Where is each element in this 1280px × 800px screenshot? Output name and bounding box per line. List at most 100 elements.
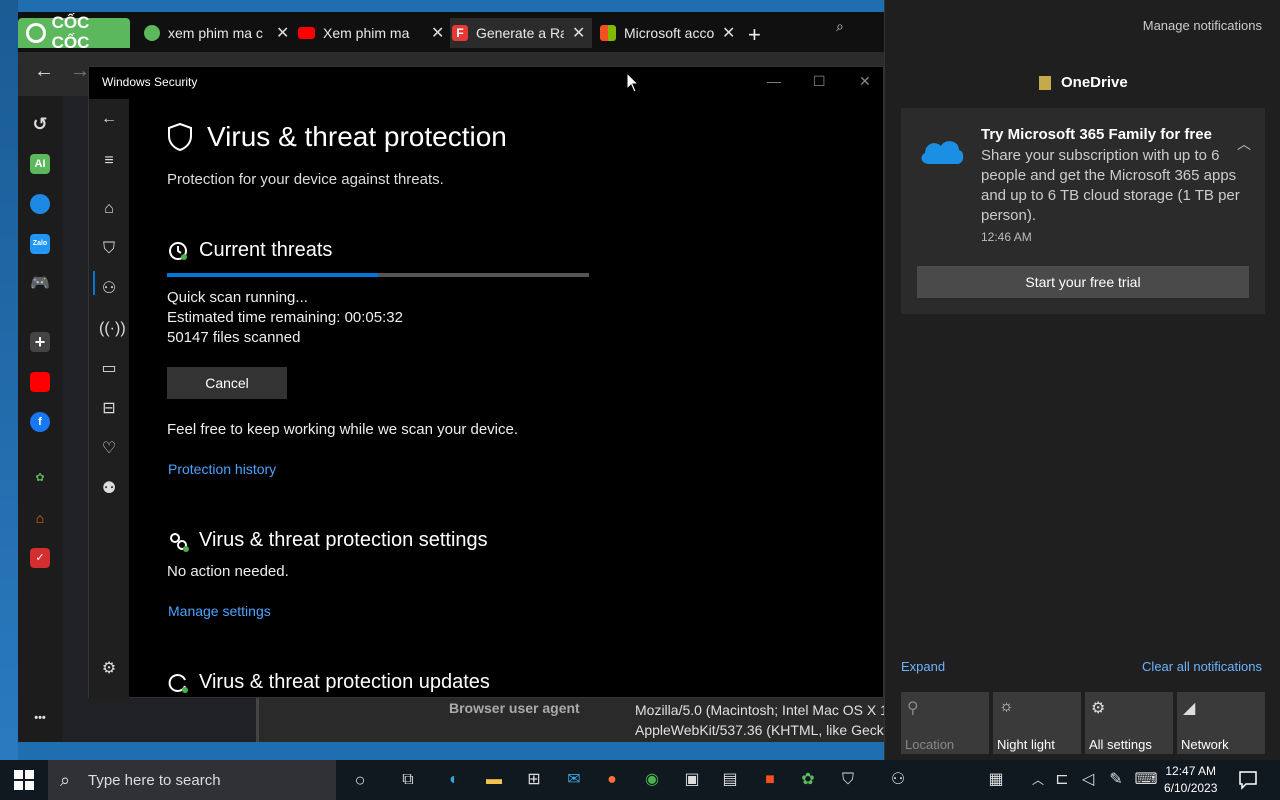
onedrive-cloud-icon xyxy=(921,141,964,164)
protection-history-link[interactable]: Protection history xyxy=(168,461,276,477)
f-logo-icon: F xyxy=(452,25,468,41)
firefox-icon[interactable]: ● xyxy=(600,768,624,792)
settings-gear-icon[interactable]: ⚙ xyxy=(99,659,119,679)
start-free-trial-button[interactable]: Start your free trial xyxy=(917,266,1249,298)
taskbar-search-box[interactable]: ⌕ Type here to search xyxy=(48,760,336,800)
page-content: Browser user agent Mozilla/5.0 (Macintos… xyxy=(256,698,885,742)
maximize-icon[interactable]: ☐ xyxy=(813,73,826,90)
back-arrow-icon[interactable]: ← xyxy=(99,109,119,129)
quick-action-location[interactable]: ⚲ Location xyxy=(901,692,989,754)
gears-icon xyxy=(170,532,189,552)
windows-start-icon[interactable] xyxy=(14,770,34,790)
store-icon[interactable]: ⊞ xyxy=(522,768,546,792)
updates-heading: Virus & threat protection updates xyxy=(167,671,490,694)
quick-action-network[interactable]: ◢ Network xyxy=(1177,692,1265,754)
device-health-heart-icon[interactable]: ♡ xyxy=(99,439,119,459)
keyboard-icon[interactable]: ⌨ xyxy=(1134,768,1158,792)
hamburger-menu-icon[interactable]: ≡ xyxy=(99,151,119,171)
tab-3-active[interactable]: F Generate a Ran ✕ xyxy=(450,18,592,48)
cancel-button[interactable]: Cancel xyxy=(167,367,287,399)
shield-icon xyxy=(168,122,192,152)
windows-security-taskbar-icon[interactable]: ⛉ xyxy=(836,768,860,792)
more-icon[interactable]: ••• xyxy=(30,708,50,728)
clear-all-notifications-link[interactable]: Clear all notifications xyxy=(1142,659,1262,674)
coccoc-leaf-icon[interactable]: ✿ xyxy=(30,468,50,488)
account-person-icon[interactable]: ⚇ xyxy=(99,279,119,299)
action-center: Manage notifications OneDrive Try Micros… xyxy=(884,0,1280,760)
notification-title: Try Microsoft 365 Family for free xyxy=(981,126,1212,143)
manage-settings-link[interactable]: Manage settings xyxy=(168,603,271,619)
close-icon[interactable]: ✕ xyxy=(572,23,585,43)
desktop-background xyxy=(0,0,18,760)
mouse-cursor-icon xyxy=(626,72,640,93)
page-title: Virus & threat protection xyxy=(167,121,507,153)
chevron-up-icon[interactable]: ︿ xyxy=(1026,768,1050,792)
taskbar-clock[interactable]: 12:47 AM 6/10/2023 xyxy=(1164,763,1217,797)
zalo-icon[interactable]: Zalo xyxy=(30,234,50,254)
network-tray-icon[interactable]: ⊏ xyxy=(1050,768,1074,792)
app-browser-control-icon[interactable]: ▭ xyxy=(99,359,119,379)
close-icon[interactable]: ✕ xyxy=(431,23,444,43)
mail-icon[interactable]: ✉ xyxy=(562,768,586,792)
close-icon[interactable]: ✕ xyxy=(859,73,871,90)
chrome-icon[interactable]: ◉ xyxy=(640,768,664,792)
title-bar[interactable]: Windows Security — ☐ ✕ xyxy=(89,67,883,99)
close-icon[interactable]: ✕ xyxy=(722,23,735,43)
coccoc-logo-icon xyxy=(26,23,46,43)
people-icon[interactable]: ⚇ xyxy=(886,768,910,792)
youtube-icon[interactable] xyxy=(30,372,50,392)
tab-1[interactable]: xem phim ma c ✕ xyxy=(144,18,289,48)
game-controller-icon[interactable]: 🎮 xyxy=(30,274,50,294)
notification-center-icon[interactable] xyxy=(1238,770,1258,790)
gear-icon: ⚙ xyxy=(1091,700,1106,717)
expand-link[interactable]: Expand xyxy=(901,659,945,674)
messenger-icon[interactable] xyxy=(30,194,50,214)
home-icon[interactable]: ⌂ xyxy=(99,199,119,219)
cortana-icon[interactable]: ○ xyxy=(348,768,372,792)
new-tab-button[interactable]: + xyxy=(748,22,761,48)
tab-search-icon[interactable]: ⌕ xyxy=(836,18,844,35)
coccoc-brand-button[interactable]: CỐC CỐC xyxy=(18,13,130,52)
back-arrow-icon[interactable]: ← xyxy=(34,60,54,83)
notification-card[interactable]: Try Microsoft 365 Family for free Share … xyxy=(901,108,1265,314)
file-explorer-icon[interactable]: ▬ xyxy=(482,768,506,792)
forward-arrow-icon[interactable]: → xyxy=(70,60,90,83)
volume-muted-icon[interactable]: ◁ xyxy=(1076,768,1100,792)
history-icon[interactable]: ↺ xyxy=(30,114,50,134)
todo-check-icon[interactable]: ✓ xyxy=(30,548,50,568)
quick-action-all-settings[interactable]: ⚙ All settings xyxy=(1085,692,1173,754)
coccoc-taskbar-icon[interactable]: ✿ xyxy=(796,768,820,792)
minimize-icon[interactable]: — xyxy=(767,73,781,89)
user-agent-value: Mozilla/5.0 (Macintosh; Intel Mac OS X 1… xyxy=(635,702,885,738)
office-icon[interactable]: ■ xyxy=(758,768,782,792)
news-icon[interactable]: ▦ xyxy=(984,768,1008,792)
family-options-icon[interactable]: ⚉ xyxy=(99,479,119,499)
tab-2[interactable]: Xem phim ma ✕ xyxy=(298,18,444,48)
scan-history-icon xyxy=(169,241,187,260)
quick-action-night-light[interactable]: ☼ Night light xyxy=(993,692,1081,754)
page-subtitle: Protection for your device against threa… xyxy=(167,171,444,188)
microsoft-icon xyxy=(600,25,616,41)
edge-browser-icon[interactable]: ◐ xyxy=(442,768,466,792)
device-security-icon[interactable]: ⊟ xyxy=(99,399,119,419)
task-view-icon[interactable]: ⧉ xyxy=(396,768,420,792)
shopping-icon[interactable]: ⌂ xyxy=(30,508,50,528)
chevron-up-icon[interactable]: ︿ xyxy=(1237,134,1251,154)
tab-4[interactable]: Microsoft acco ✕ xyxy=(600,18,735,48)
tab-bar: CỐC CỐC xem phim ma c ✕ Xem phim ma ✕ F … xyxy=(18,12,884,52)
ai-icon[interactable]: AI xyxy=(30,154,50,174)
app-window-icon[interactable]: ▣ xyxy=(680,768,704,792)
add-icon[interactable]: + xyxy=(30,332,50,352)
network-icon: ◢ xyxy=(1183,700,1196,717)
facebook-icon[interactable]: f xyxy=(30,412,50,432)
pen-icon[interactable]: ✎ xyxy=(1104,768,1128,792)
scan-status: Quick scan running... xyxy=(167,289,308,306)
manage-notifications-link[interactable]: Manage notifications xyxy=(1143,18,1262,33)
user-agent-label: Browser user agent xyxy=(449,700,580,716)
firewall-network-icon[interactable]: ((·)) xyxy=(99,319,126,339)
settings-status: No action needed. xyxy=(167,563,289,580)
shield-icon[interactable]: ⛉ xyxy=(99,239,119,259)
nav-selection-indicator xyxy=(93,271,95,295)
close-icon[interactable]: ✕ xyxy=(276,23,289,43)
terminal-icon[interactable]: ▤ xyxy=(718,768,742,792)
